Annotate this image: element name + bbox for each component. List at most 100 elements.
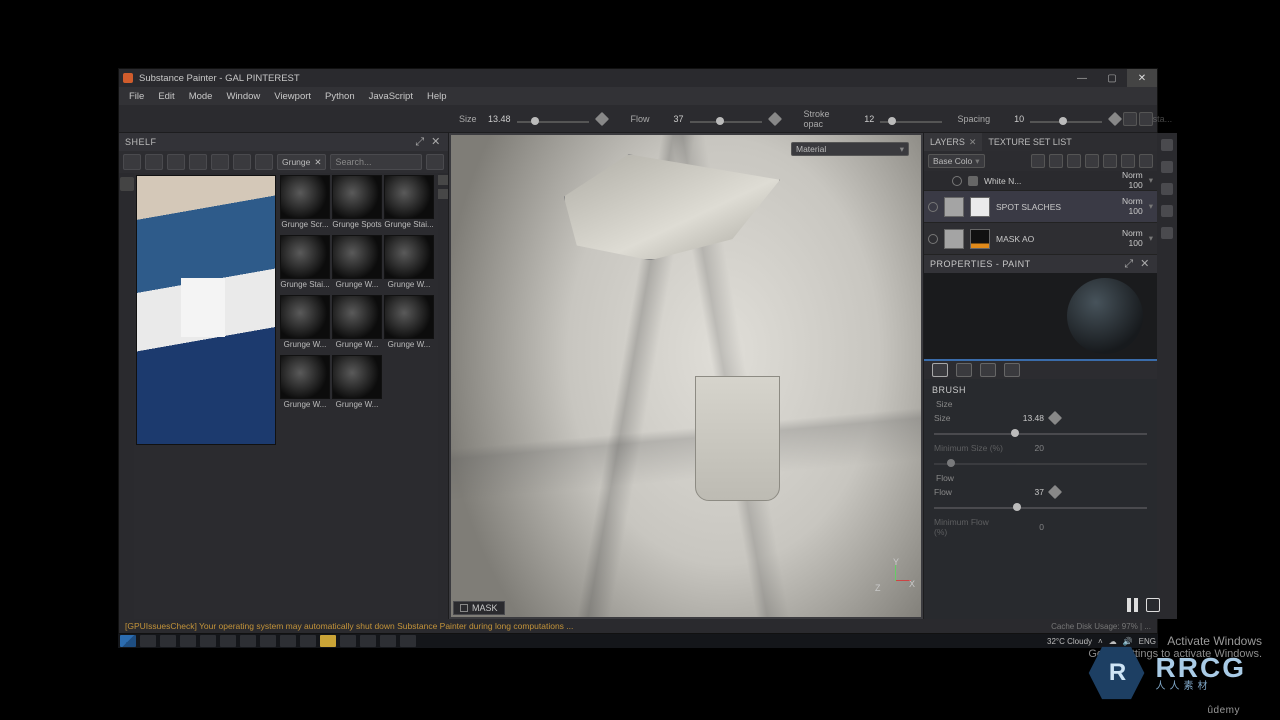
app-icon[interactable]	[220, 635, 236, 647]
size-slider[interactable]	[934, 427, 1147, 439]
flow-slider[interactable]	[934, 501, 1147, 513]
app-icon[interactable]	[380, 635, 396, 647]
search-icon[interactable]	[140, 635, 156, 647]
prop-tab-stencil[interactable]	[980, 363, 996, 377]
material-dropdown[interactable]: Material ▾	[791, 142, 909, 156]
visibility-toggle-icon[interactable]	[928, 234, 938, 244]
shelf-search-input[interactable]: Search...	[330, 154, 422, 170]
window-minimize-button[interactable]: —	[1067, 69, 1097, 87]
shelf-tool-button[interactable]	[123, 154, 141, 170]
shelf-thumbnail[interactable]: Grunge W...	[332, 295, 382, 353]
task-view-icon[interactable]	[160, 635, 176, 647]
mask-indicator[interactable]: MASK	[453, 601, 505, 615]
add-paint-layer-icon[interactable]	[1103, 154, 1117, 168]
menu-window[interactable]: Window	[226, 91, 260, 102]
mask-thumb-icon[interactable]	[970, 229, 990, 249]
tab-layers[interactable]: LAYERS✕	[924, 133, 982, 151]
toolbar-button[interactable]	[1123, 112, 1137, 126]
app-icon[interactable]	[260, 635, 276, 647]
minsize-slider[interactable]	[934, 457, 1147, 469]
shelf-thumbnail[interactable]: Grunge W...	[280, 355, 330, 413]
app-icon[interactable]	[300, 635, 316, 647]
3d-viewport[interactable]: Y X Z MASK	[449, 133, 923, 619]
delete-layer-icon[interactable]	[1139, 154, 1153, 168]
mask-checkbox-icon[interactable]	[460, 604, 468, 612]
shelf-filter-chip[interactable]: Grunge✕	[277, 154, 326, 170]
shelf-tool-button[interactable]	[189, 154, 207, 170]
tab-texture-set-list[interactable]: TEXTURE SET LIST	[982, 133, 1077, 151]
app-icon[interactable]	[360, 635, 376, 647]
sublayer-row[interactable]: White N... Norm100 ▾	[924, 171, 1157, 191]
app-icon[interactable]	[240, 635, 256, 647]
shelf-close-icon[interactable]: ✕	[430, 136, 442, 148]
layer-tool-icon[interactable]	[1031, 154, 1045, 168]
layer-thumb-icon[interactable]	[944, 229, 964, 249]
window-close-button[interactable]: ✕	[1127, 69, 1157, 87]
pen-pressure-icon[interactable]	[767, 111, 781, 125]
app-icon[interactable]	[280, 635, 296, 647]
shelf-filter-button[interactable]	[233, 154, 251, 170]
shelf-thumbnail[interactable]: Grunge W...	[332, 235, 382, 293]
chevron-down-icon[interactable]: ▾	[1149, 233, 1153, 244]
browser-icon[interactable]	[200, 635, 216, 647]
visibility-toggle-icon[interactable]	[952, 176, 962, 186]
dock-icon[interactable]	[1161, 183, 1173, 195]
chip-close-icon[interactable]: ✕	[314, 157, 321, 168]
shelf-clear-search-button[interactable]	[426, 154, 444, 170]
layer-thumb-icon[interactable]	[944, 197, 964, 217]
shelf-thumbnail[interactable]: Grunge W...	[280, 295, 330, 353]
layer-row[interactable]: SPOT SLACHES Norm100 ▾	[924, 191, 1157, 223]
shelf-thumbnail[interactable]: Grunge W...	[384, 235, 434, 293]
shelf-thumbnail[interactable]: Grunge W...	[332, 355, 382, 413]
shelf-thumbnail[interactable]: Grunge Spots	[332, 175, 382, 233]
menu-viewport[interactable]: Viewport	[274, 91, 311, 102]
pause-icon[interactable]	[1127, 598, 1138, 612]
prop-tab-brush[interactable]	[932, 363, 948, 377]
pen-pressure-icon[interactable]	[1108, 111, 1122, 125]
brush-opacity-slider[interactable]	[880, 112, 941, 126]
chevron-down-icon[interactable]: ▾	[1149, 175, 1153, 186]
menu-file[interactable]: File	[129, 91, 144, 102]
menu-javascript[interactable]: JavaScript	[369, 91, 413, 102]
shelf-popout-icon[interactable]: ⤢	[414, 136, 426, 148]
mask-thumb-icon[interactable]	[970, 197, 990, 217]
dock-icon[interactable]	[1161, 227, 1173, 239]
menu-edit[interactable]: Edit	[158, 91, 174, 102]
dock-icon[interactable]	[1161, 139, 1173, 151]
shelf-thumbnail[interactable]: Grunge Stai...	[384, 175, 434, 233]
brush-spacing-slider[interactable]	[1030, 112, 1102, 126]
app-icon[interactable]	[340, 635, 356, 647]
menu-help[interactable]: Help	[427, 91, 447, 102]
add-effect-icon[interactable]	[1067, 154, 1081, 168]
tab-close-icon[interactable]: ✕	[969, 137, 977, 148]
pen-pressure-icon[interactable]	[594, 111, 608, 125]
shelf-thumbnail[interactable]: Grunge Stai...	[280, 235, 330, 293]
menu-python[interactable]: Python	[325, 91, 355, 102]
properties-popout-icon[interactable]: ⤢	[1123, 258, 1135, 270]
prop-tab-alpha[interactable]	[956, 363, 972, 377]
app-icon[interactable]	[400, 635, 416, 647]
captions-icon[interactable]	[1146, 598, 1160, 612]
shelf-thumbnail[interactable]: Grunge Scr...	[280, 175, 330, 233]
dock-icon[interactable]	[1161, 205, 1173, 217]
app-icon-active[interactable]	[320, 635, 336, 647]
grid-small-icon[interactable]	[438, 189, 448, 199]
shelf-filter-button[interactable]	[255, 154, 273, 170]
shelf-tool-button[interactable]	[145, 154, 163, 170]
axis-gizmo[interactable]: Y X Z	[877, 559, 913, 595]
layer-row[interactable]: MASK AO Norm100 ▾	[924, 223, 1157, 255]
add-mask-icon[interactable]	[1049, 154, 1063, 168]
shelf-tool-button[interactable]	[167, 154, 185, 170]
pen-pressure-icon[interactable]	[1048, 485, 1062, 499]
menu-mode[interactable]: Mode	[189, 91, 213, 102]
brush-tool-icon[interactable]	[120, 177, 134, 191]
visibility-toggle-icon[interactable]	[928, 202, 938, 212]
shelf-tool-button[interactable]	[211, 154, 229, 170]
pen-pressure-icon[interactable]	[1048, 411, 1062, 425]
chevron-down-icon[interactable]: ▾	[1149, 201, 1153, 212]
toolbar-button[interactable]	[1139, 112, 1153, 126]
brush-size-slider[interactable]	[517, 112, 589, 126]
window-maximize-button[interactable]: ▢	[1097, 69, 1127, 87]
add-folder-icon[interactable]	[1121, 154, 1135, 168]
grid-large-icon[interactable]	[438, 175, 448, 185]
